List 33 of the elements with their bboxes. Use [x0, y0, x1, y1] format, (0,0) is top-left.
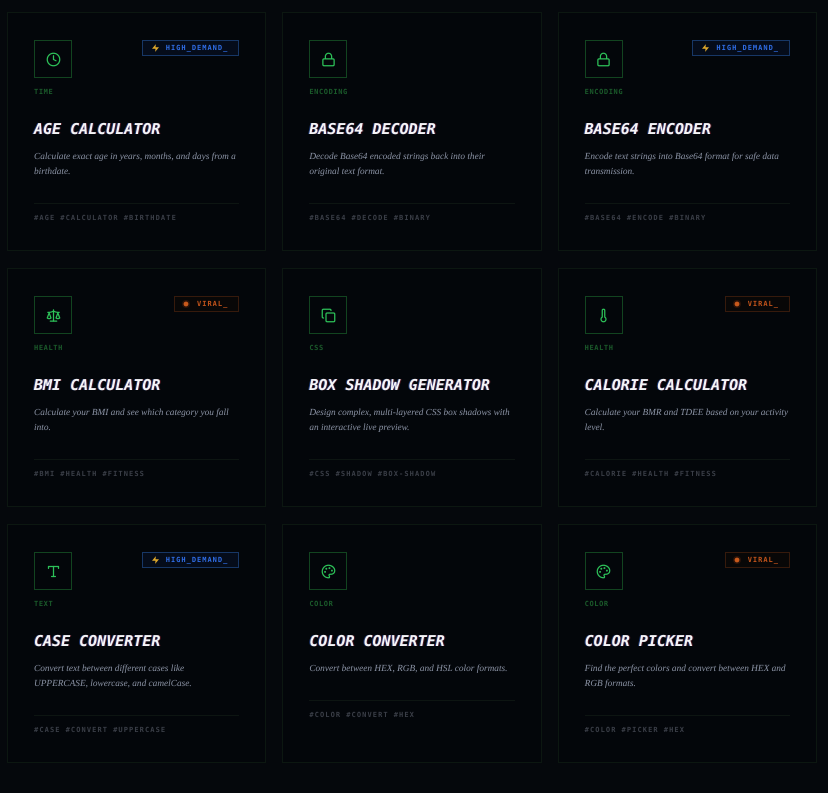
- card-description: Find the perfect colors and convert between HEX and RGB formats.: [584, 663, 787, 691]
- card-description: Convert text between different cases like UPPERCASE, lowercase, and camelCase.: [34, 663, 193, 691]
- dot-icon: [182, 300, 190, 308]
- card-description: Encode text strings into Base64 format for safe data transmission.: [584, 151, 780, 179]
- palette-icon: [309, 552, 348, 590]
- card-title: CALORIE CALCULATOR: [584, 375, 748, 395]
- overlapping-squares-icon: [309, 296, 348, 334]
- card-title: BOX SHADOW GENERATOR: [309, 375, 490, 395]
- thermometer-icon: [584, 296, 623, 334]
- lock-icon: [309, 40, 348, 78]
- card-description: Decode Base64 encoded strings back into their original text format.: [309, 151, 486, 179]
- dot-icon: [732, 300, 741, 308]
- clock-icon: [34, 40, 72, 78]
- lightning-icon: [152, 44, 159, 52]
- card-title: BASE64 ENCODER: [584, 119, 712, 139]
- card-title: AGE CALCULATOR: [34, 119, 160, 139]
- palette-icon: [584, 552, 623, 590]
- card-description: Calculate your BMI and see which category you fall into.: [34, 407, 230, 435]
- card-title: BMI CALCULATOR: [34, 375, 160, 395]
- lightning-icon: [152, 556, 159, 564]
- lightning-icon: [702, 44, 710, 52]
- card-title: BASE64 DECODER: [309, 119, 436, 139]
- card-title: COLOR PICKER: [584, 631, 694, 651]
- card-description: Convert between HEX, RGB, and HSL color formats.: [309, 663, 508, 676]
- scale-icon: [34, 296, 72, 334]
- lock-icon: [584, 40, 623, 78]
- letter-t-icon: [34, 552, 72, 590]
- card-description: Design complex, multi-layered CSS box shadows with an interactive live preview.: [309, 407, 511, 435]
- card-description: Calculate your BMR and TDEE based on your activity level.: [584, 407, 790, 435]
- dot-icon: [732, 556, 741, 564]
- card-title: COLOR CONVERTER: [309, 631, 445, 651]
- card-description: Calculate exact age in years, months, and days from a birthdate.: [34, 151, 237, 179]
- card-title: CASE CONVERTER: [34, 631, 160, 651]
